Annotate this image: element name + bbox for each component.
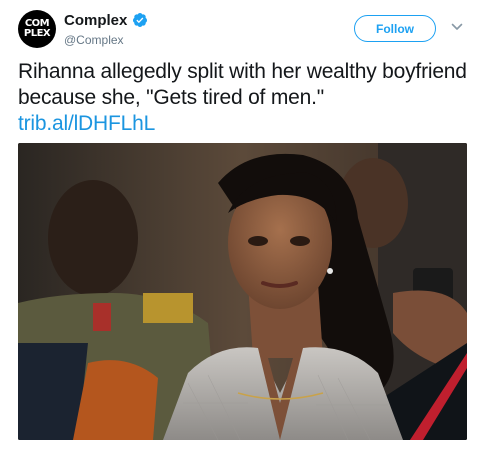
tweet-link[interactable]: trib.al/lDHFLhL <box>18 111 470 137</box>
account-names[interactable]: Complex @Complex <box>64 10 148 47</box>
follow-button[interactable]: Follow <box>354 15 436 42</box>
chevron-down-icon[interactable] <box>451 22 463 32</box>
tweet-card: COM PLEX Complex @Complex Follow Rihanna… <box>0 0 482 452</box>
tweet-body: Rihanna allegedly split with her wealthy… <box>18 60 467 109</box>
display-name[interactable]: Complex <box>64 12 127 29</box>
tweet-media-photo[interactable] <box>18 143 467 440</box>
handle[interactable]: @Complex <box>64 33 148 47</box>
tweet-text: Rihanna allegedly split with her wealthy… <box>18 59 470 137</box>
photo-image <box>18 143 467 440</box>
avatar-text-line2: PLEX <box>23 28 51 39</box>
verified-badge-icon <box>133 13 148 27</box>
avatar[interactable]: COM PLEX <box>18 10 56 48</box>
